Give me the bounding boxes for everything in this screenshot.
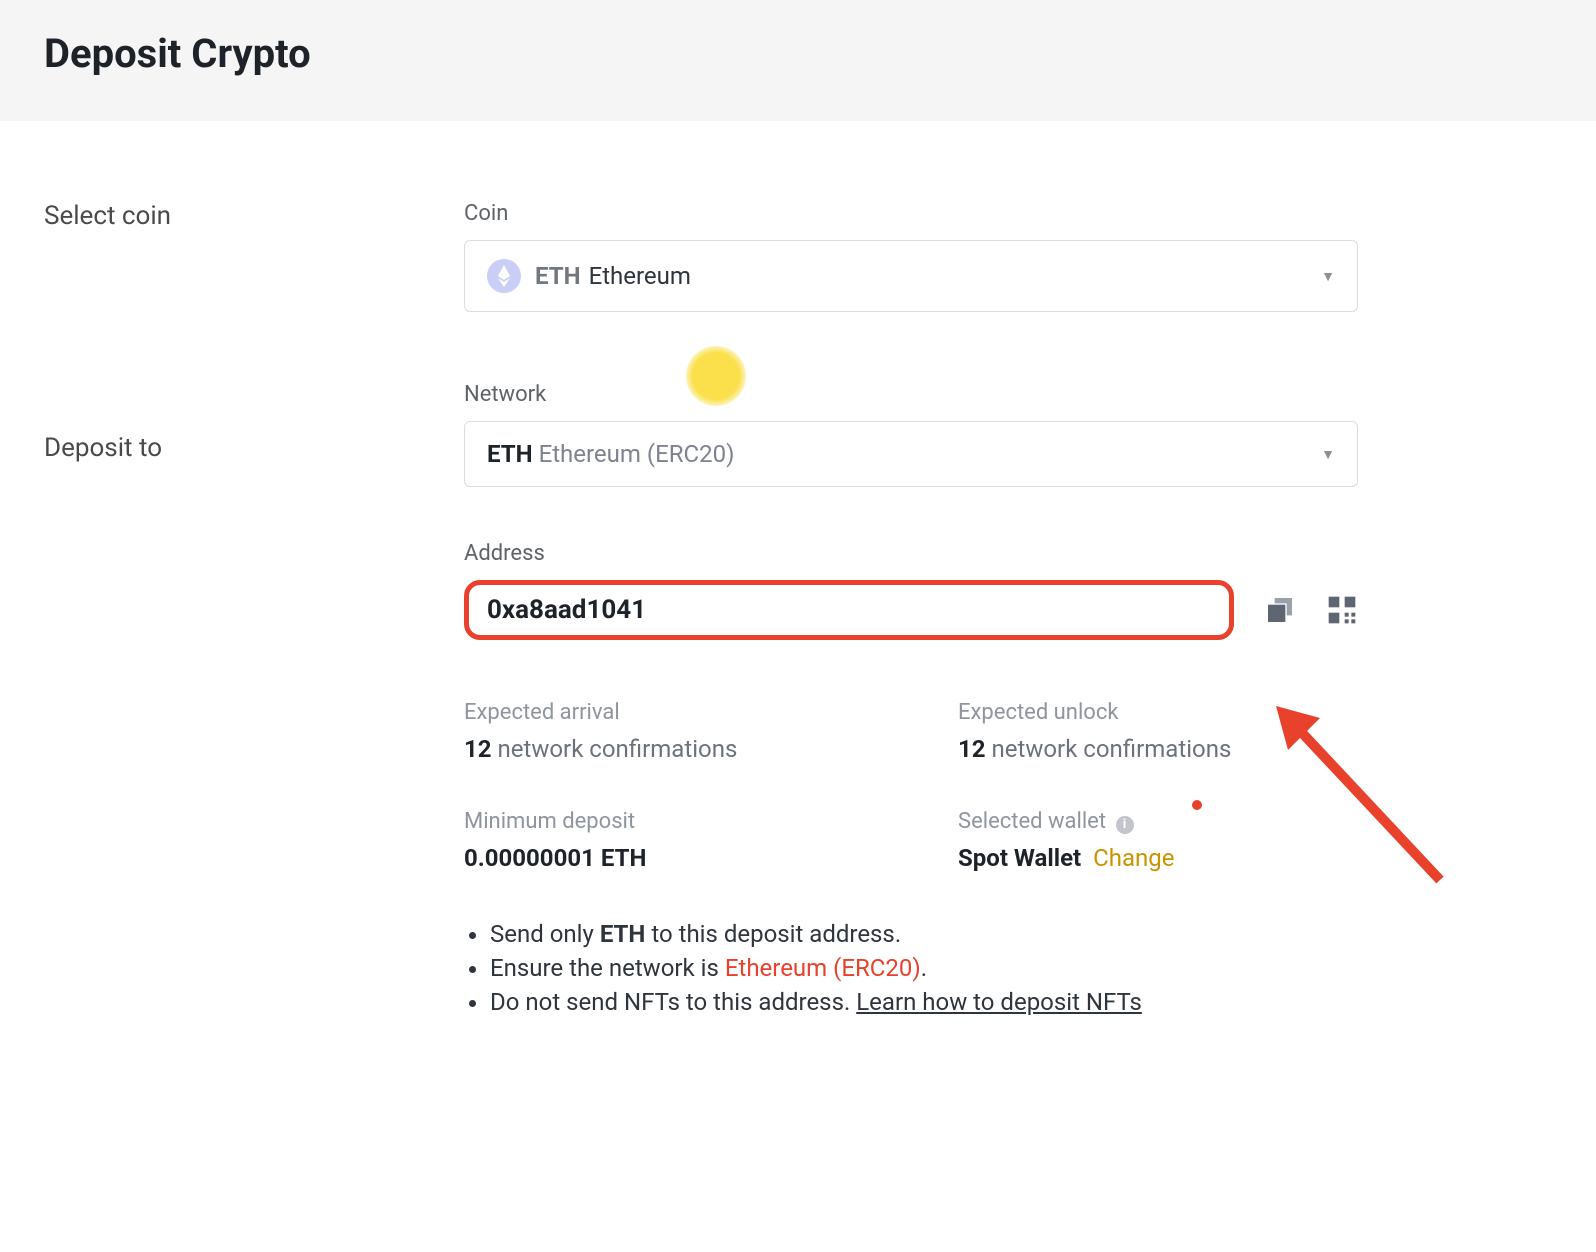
left-column: Select coin Deposit to — [44, 201, 464, 1022]
expected-unlock: Expected unlock 12 network confirmations — [958, 700, 1358, 763]
coin-ticker: ETH — [535, 262, 581, 290]
minimum-deposit: Minimum deposit 0.00000001 ETH — [464, 809, 958, 872]
expected-arrival-label: Expected arrival — [464, 700, 958, 725]
note-item: Do not send NFTs to this address. Learn … — [490, 988, 1358, 1016]
network-select[interactable]: ETH Ethereum (ERC20) ▼ — [464, 421, 1358, 487]
address-box: 0xa8aad1041 — [464, 580, 1234, 640]
coin-select[interactable]: ETH Ethereum ▼ — [464, 240, 1358, 312]
step-label-select-coin: Select coin — [44, 201, 464, 231]
right-column: Coin ETH Ethereum ▼ Network ETH Ethereum… — [464, 201, 1358, 1022]
coin-label: Coin — [464, 201, 1358, 226]
copy-icon[interactable] — [1264, 594, 1296, 626]
deposit-notes: Send only ETH to this deposit address. E… — [464, 920, 1358, 1016]
coin-name: Ethereum — [589, 262, 691, 290]
note-item: Send only ETH to this deposit address. — [490, 920, 1358, 948]
page-header: Deposit Crypto — [0, 0, 1596, 121]
caret-down-icon: ▼ — [1321, 446, 1335, 463]
selected-wallet-label: Selected wallet i — [958, 809, 1358, 834]
info-grid: Expected arrival 12 network confirmation… — [464, 700, 1358, 872]
expected-arrival-value: 12 network confirmations — [464, 735, 958, 763]
expected-arrival: Expected arrival 12 network confirmation… — [464, 700, 958, 763]
network-label: Network — [464, 382, 1358, 407]
network-name: Ethereum (ERC20) — [539, 440, 735, 468]
expected-unlock-label: Expected unlock — [958, 700, 1358, 725]
expected-unlock-value: 12 network confirmations — [958, 735, 1358, 763]
min-deposit-value: 0.00000001 ETH — [464, 844, 958, 872]
change-wallet-link[interactable]: Change — [1093, 844, 1174, 872]
selected-wallet: Selected wallet i Spot Wallet Change — [958, 809, 1358, 872]
step-label-deposit-to: Deposit to — [44, 433, 464, 463]
learn-nft-link[interactable]: Learn how to deposit NFTs — [856, 988, 1142, 1016]
address-value: 0xa8aad1041 — [487, 595, 646, 625]
address-label: Address — [464, 541, 1358, 566]
min-deposit-label: Minimum deposit — [464, 809, 958, 834]
page-title: Deposit Crypto — [44, 30, 1552, 77]
info-icon[interactable]: i — [1116, 816, 1134, 834]
caret-down-icon: ▼ — [1321, 268, 1335, 285]
note-item: Ensure the network is Ethereum (ERC20). — [490, 954, 1358, 982]
ethereum-icon — [487, 259, 521, 293]
selected-wallet-value: Spot Wallet Change — [958, 844, 1358, 872]
content: Select coin Deposit to Coin ETH Ethereum… — [0, 121, 1220, 1062]
address-row: 0xa8aad1041 — [464, 580, 1358, 640]
network-ticker: ETH — [487, 440, 533, 468]
qr-code-icon[interactable] — [1326, 594, 1358, 626]
